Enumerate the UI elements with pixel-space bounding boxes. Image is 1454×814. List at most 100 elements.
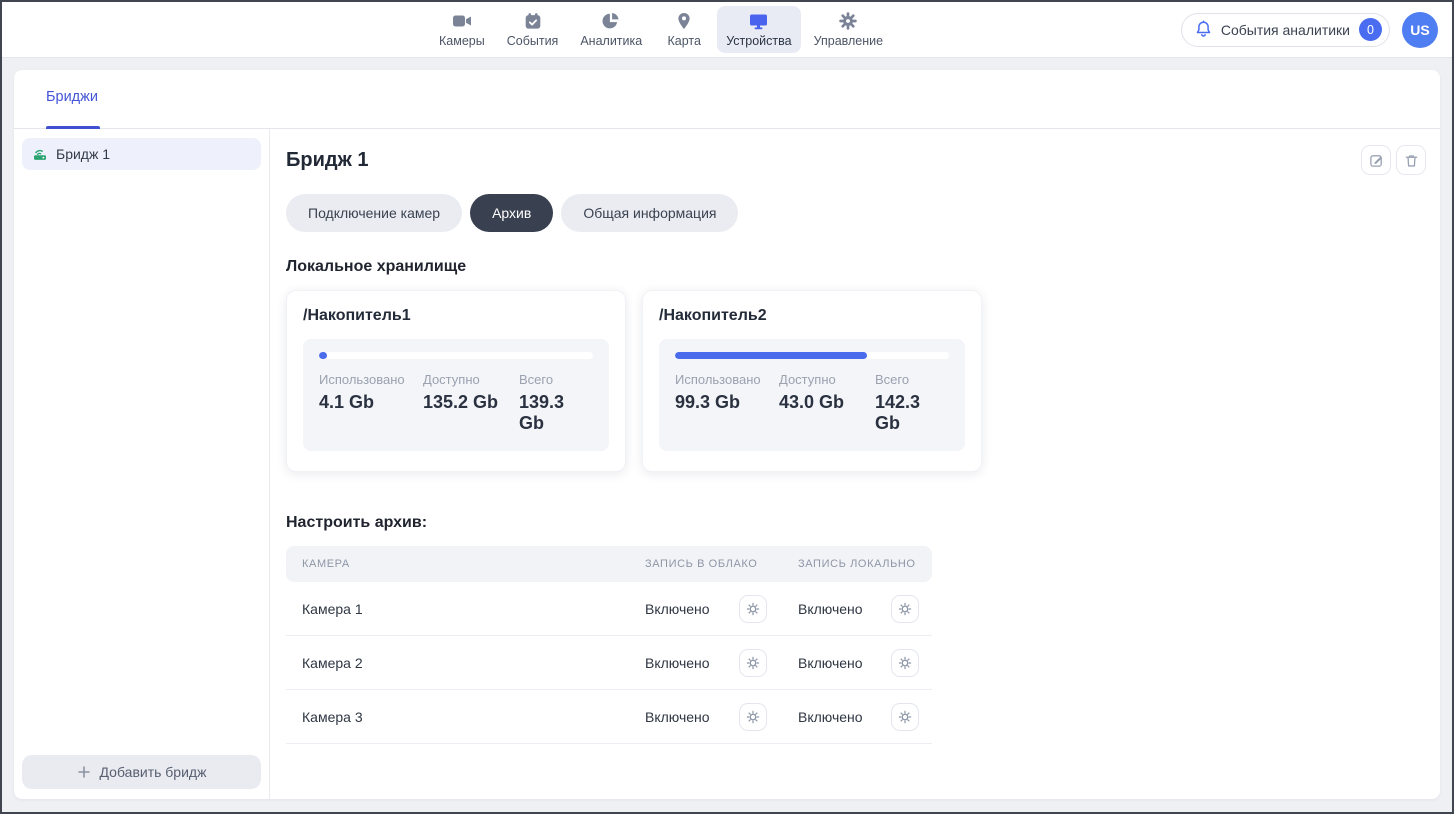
camera-name: Камера 2 xyxy=(286,655,645,671)
bridge-section-tabs: Подключение камер Архив Общая информация xyxy=(286,194,1426,232)
cloud-recording-settings-button[interactable] xyxy=(739,703,767,731)
cloud-recording-status: Включено xyxy=(645,655,710,671)
panel-tab-bar: Бриджи xyxy=(14,70,1440,129)
gear-icon xyxy=(746,602,760,616)
nav-item-devices[interactable]: Устройства xyxy=(717,6,800,53)
storage-card-drive-1: /Накопитель1 Использовано 4.1 Gb xyxy=(286,290,626,472)
local-recording-settings-button[interactable] xyxy=(891,595,919,623)
available-label: Доступно xyxy=(423,372,519,387)
camera-icon xyxy=(452,11,472,31)
tab-bridges[interactable]: Бриджи xyxy=(46,89,98,105)
add-bridge-button[interactable]: Добавить бридж xyxy=(22,755,261,789)
app-header: Камеры События Аналитика Карта Устройств xyxy=(2,2,1452,58)
tab-general-info[interactable]: Общая информация xyxy=(561,194,738,232)
gear-icon xyxy=(839,11,857,31)
column-header-local-recording: ЗАПИСЬ ЛОКАЛЬНО xyxy=(798,558,932,570)
used-label: Использовано xyxy=(675,372,779,387)
plus-icon xyxy=(77,765,91,779)
edit-bridge-button[interactable] xyxy=(1361,145,1391,175)
bridge-detail: Бридж 1 xyxy=(270,129,1440,799)
nav-item-label: Устройства xyxy=(726,34,791,48)
used-label: Использовано xyxy=(319,372,423,387)
content-panel: Бриджи Бридж 1 Добавить бридж xyxy=(14,70,1440,799)
drive-stats-box: Использовано 99.3 Gb Доступно 43.0 Gb Вс… xyxy=(659,339,965,451)
archive-table-header: КАМЕРА ЗАПИСЬ В ОБЛАКО ЗАПИСЬ ЛОКАЛЬНО xyxy=(286,546,932,582)
local-recording-status: Включено xyxy=(798,601,863,617)
page-title: Бридж 1 xyxy=(286,149,368,172)
cloud-recording-status: Включено xyxy=(645,709,710,725)
nav-item-label: Управление xyxy=(814,34,884,48)
cloud-recording-settings-button[interactable] xyxy=(739,649,767,677)
bell-icon xyxy=(1195,20,1212,39)
sidebar-item-bridge-1[interactable]: Бридж 1 xyxy=(22,138,261,170)
calendar-check-icon xyxy=(524,11,542,31)
storage-card-drive-2: /Накопитель2 Использовано 99.3 Gb xyxy=(642,290,982,472)
local-recording-status: Включено xyxy=(798,709,863,725)
sidebar-spacer xyxy=(22,170,261,755)
pie-chart-icon xyxy=(602,11,620,31)
bridges-sidebar: Бридж 1 Добавить бридж xyxy=(14,129,270,799)
bridge-item-label: Бридж 1 xyxy=(56,146,110,162)
available-value: 43.0 Gb xyxy=(779,392,875,413)
nav-item-label: Камеры xyxy=(439,34,485,48)
tab-archive[interactable]: Архив xyxy=(470,194,553,232)
title-actions xyxy=(1361,145,1426,175)
gear-icon xyxy=(898,710,912,724)
tab-active-underline xyxy=(46,126,100,129)
drive-usage-progressbar xyxy=(675,352,949,359)
nav-item-analytics[interactable]: Аналитика xyxy=(571,6,651,53)
cloud-recording-settings-button[interactable] xyxy=(739,595,767,623)
gear-icon xyxy=(898,602,912,616)
drive-usage-progress-fill xyxy=(675,352,867,359)
add-bridge-label: Добавить бридж xyxy=(100,764,207,780)
trash-icon xyxy=(1404,153,1419,168)
delete-bridge-button[interactable] xyxy=(1396,145,1426,175)
analytics-events-button[interactable]: События аналитики 0 xyxy=(1181,13,1390,47)
monitor-icon xyxy=(749,11,768,31)
drive-usage-progress-fill xyxy=(319,352,327,359)
drive-stats-box: Использовано 4.1 Gb Доступно 135.2 Gb Вс… xyxy=(303,339,609,451)
nav-item-label: Карта xyxy=(667,34,700,48)
nav-item-cameras[interactable]: Камеры xyxy=(430,6,494,53)
analytics-events-label: События аналитики xyxy=(1221,22,1350,38)
available-value: 135.2 Gb xyxy=(423,392,519,413)
cloud-recording-status: Включено xyxy=(645,601,710,617)
available-label: Доступно xyxy=(779,372,875,387)
table-row-camera-1: Камера 1 Включено Включено xyxy=(286,582,932,636)
local-recording-status: Включено xyxy=(798,655,863,671)
nav-item-management[interactable]: Управление xyxy=(805,6,893,53)
user-avatar[interactable]: US xyxy=(1402,12,1438,48)
table-row-camera-3: Камера 3 Включено Включено xyxy=(286,690,932,744)
camera-name: Камера 3 xyxy=(286,709,645,725)
tab-camera-connection[interactable]: Подключение камер xyxy=(286,194,462,232)
camera-name: Камера 1 xyxy=(286,601,645,617)
used-value: 99.3 Gb xyxy=(675,392,779,413)
column-header-cloud-recording: ЗАПИСЬ В ОБЛАКО xyxy=(645,558,798,570)
table-row-camera-2: Камера 2 Включено Включено xyxy=(286,636,932,690)
gear-icon xyxy=(898,656,912,670)
nav-item-label: События xyxy=(507,34,559,48)
total-label: Всего xyxy=(519,372,593,387)
local-storage-heading: Локальное хранилище xyxy=(286,258,1426,276)
page-background: Бриджи Бридж 1 Добавить бридж xyxy=(2,58,1452,811)
gear-icon xyxy=(746,710,760,724)
local-recording-settings-button[interactable] xyxy=(891,703,919,731)
used-value: 4.1 Gb xyxy=(319,392,423,413)
drive-name: /Накопитель1 xyxy=(303,307,609,325)
local-recording-settings-button[interactable] xyxy=(891,649,919,677)
header-right: События аналитики 0 US xyxy=(1181,12,1438,48)
bridge-icon xyxy=(32,146,48,162)
map-pin-icon xyxy=(676,11,692,31)
total-value: 139.3 Gb xyxy=(519,392,593,434)
nav-item-events[interactable]: События xyxy=(498,6,568,53)
archive-table: КАМЕРА ЗАПИСЬ В ОБЛАКО ЗАПИСЬ ЛОКАЛЬНО К… xyxy=(286,546,932,744)
storage-cards: /Накопитель1 Использовано 4.1 Gb xyxy=(286,290,1426,472)
nav-item-map[interactable]: Карта xyxy=(655,6,713,53)
drive-usage-progressbar xyxy=(319,352,593,359)
total-value: 142.3 Gb xyxy=(875,392,949,434)
gear-icon xyxy=(746,656,760,670)
nav-item-label: Аналитика xyxy=(580,34,642,48)
column-header-camera: КАМЕРА xyxy=(286,558,645,570)
main-nav: Камеры События Аналитика Карта Устройств xyxy=(430,2,892,57)
events-count-badge: 0 xyxy=(1359,18,1382,41)
